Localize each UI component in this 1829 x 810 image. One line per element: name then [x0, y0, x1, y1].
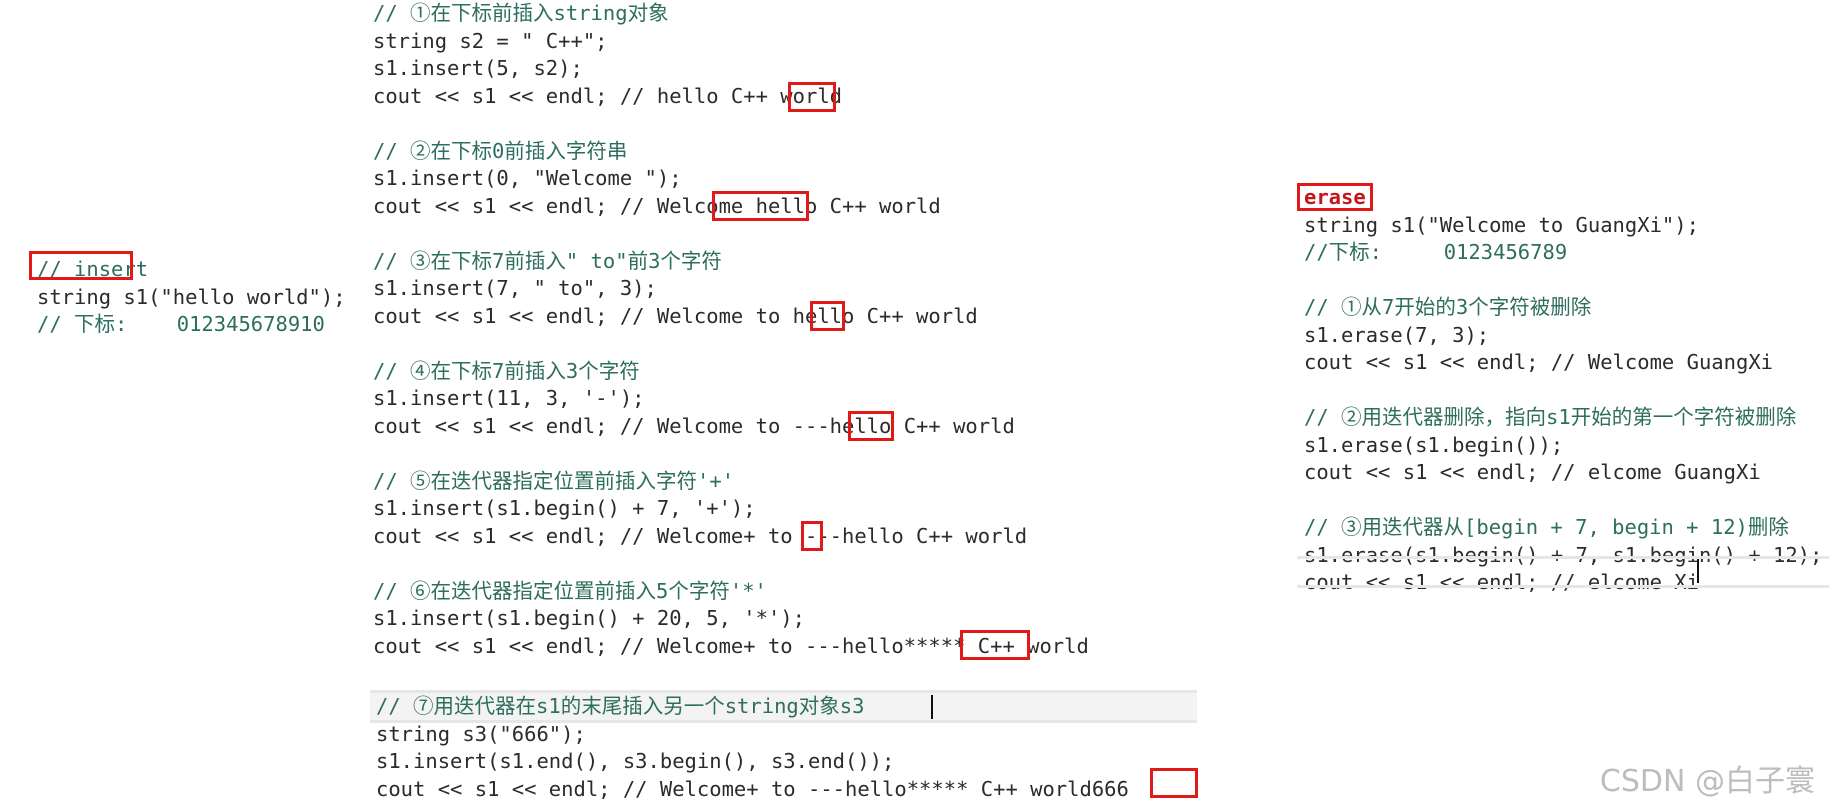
middle-code-block: // ①在下标前插入string对象 string s2 = " C++"; s…: [373, 0, 1089, 660]
code-line: // ⑥在迭代器指定位置前插入5个字符'*': [373, 578, 767, 603]
code-line: cout << s1 << endl; // hello C++ world: [373, 83, 842, 108]
text-cursor: [931, 695, 933, 719]
code-line: string s1("hello world");: [37, 284, 346, 309]
code-line: // 下标: 012345678910: [37, 312, 325, 336]
code-line: cout << s1 << endl; // elcome GuangXi: [1304, 460, 1761, 484]
code-line: cout << s1 << endl; // Welcome to hello …: [373, 303, 978, 328]
code-line: // ⑤在迭代器指定位置前插入字符'+': [373, 468, 735, 493]
code-line: // ②用迭代器删除，指向s1开始的第一个字符被删除: [1304, 405, 1797, 429]
code-line: // ③在下标7前插入" to"前3个字符: [373, 248, 722, 273]
code-line: cout << s1 << endl; // Welcome+ to ---he…: [376, 776, 1129, 801]
section-divider: [1297, 585, 1829, 588]
code-line: s1.insert(5, s2);: [373, 56, 583, 80]
code-line: //下标: 0123456789: [1304, 240, 1568, 264]
code-line: s1.erase(7, 3);: [1304, 322, 1490, 347]
right-code-block: erase string s1("Welcome to GuangXi"); /…: [1304, 184, 1822, 597]
erase-title: erase: [1304, 185, 1366, 209]
code-line: // ①从7开始的3个字符被删除: [1304, 295, 1592, 319]
code-line: string s2 = " C++";: [373, 28, 608, 53]
code-line: s1.insert(s1.end(), s3.begin(), s3.end()…: [376, 749, 895, 773]
code-line: cout << s1 << endl; // Welcome+ to ---he…: [373, 633, 1089, 658]
code-line: cout << s1 << endl; // elcome Xi: [1304, 570, 1699, 594]
code-line: s1.insert(11, 3, '-');: [373, 386, 645, 410]
middle-code-block-lower: // ⑦用迭代器在s1的末尾插入另一个string对象s3 string s3(…: [376, 693, 1129, 803]
code-line: // ④在下标7前插入3个字符: [373, 358, 640, 383]
code-line: // insert: [37, 257, 149, 281]
code-line: // ③用迭代器从[begin + 7, begin + 12)删除: [1304, 515, 1789, 539]
code-line: cout << s1 << endl; // Welcome GuangXi: [1304, 350, 1773, 374]
code-line: cout << s1 << endl; // Welcome hello C++…: [373, 193, 941, 218]
text-cursor: [1697, 559, 1699, 583]
code-line: s1.insert(s1.begin() + 20, 5, '*');: [373, 606, 805, 630]
left-code-block: // insert string s1("hello world"); // 下…: [37, 256, 346, 339]
highlight-box-666: [1150, 768, 1198, 798]
code-line: cout << s1 << endl; // Welcome+ to ---he…: [373, 523, 1028, 548]
code-line: s1.erase(s1.begin());: [1304, 432, 1564, 457]
code-line: s1.insert(s1.begin() + 7, '+');: [373, 496, 756, 520]
code-line: string s3("666");: [376, 721, 586, 746]
code-line: s1.insert(7, " to", 3);: [373, 276, 657, 300]
code-line: string s1("Welcome to GuangXi");: [1304, 212, 1699, 237]
code-line: s1.insert(0, "Welcome ");: [373, 166, 682, 190]
code-line: // ⑦用迭代器在s1的末尾插入另一个string对象s3: [376, 694, 865, 718]
section-divider: [1297, 556, 1829, 559]
watermark: CSDN @白子寰: [1599, 764, 1815, 799]
code-line: // ①在下标前插入string对象: [373, 1, 669, 25]
code-line: // ②在下标0前插入字符串: [373, 138, 628, 163]
code-line: cout << s1 << endl; // Welcome to ---hel…: [373, 413, 1015, 438]
